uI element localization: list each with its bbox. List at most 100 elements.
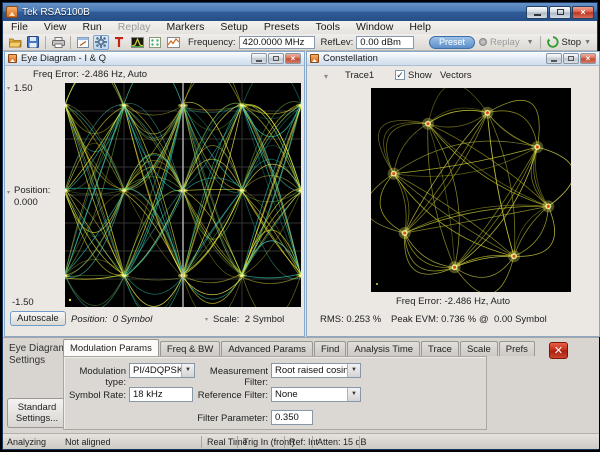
constellation-icon[interactable] [147, 35, 163, 50]
expander-icon[interactable]: ▾ [7, 189, 10, 196]
status-separator [237, 436, 238, 448]
eye-maximize-button[interactable] [268, 53, 284, 64]
status-trigger: Trig In (front) [243, 437, 295, 447]
settings-tabs: Modulation Params Freq & BW Advanced Par… [63, 340, 536, 356]
trigger-t-icon[interactable] [111, 35, 127, 50]
restore-button[interactable] [549, 6, 571, 19]
trace-dropdown-icon[interactable]: ▾ [324, 72, 328, 81]
eye-diagram-plot[interactable] [65, 83, 301, 307]
modulation-params-pane: Modulation type: PI/4DQPSK ▼ Measurement… [63, 356, 487, 430]
eye-position-value[interactable]: 0.000 [14, 197, 38, 208]
settings-close-button[interactable]: ✕ [549, 342, 568, 359]
spectrum-icon[interactable] [129, 35, 145, 50]
tab-freq-bw[interactable]: Freq & BW [160, 341, 220, 356]
expander-icon[interactable]: ▾ [7, 85, 10, 92]
status-separator [312, 436, 313, 448]
reflev-input[interactable]: 0.00 dBm [356, 36, 414, 49]
menu-presets[interactable]: Presets [256, 21, 308, 34]
maximize-icon [568, 56, 574, 61]
symbol-rate-value: 18 kHz [133, 389, 163, 400]
frequency-input[interactable]: 420.0000 MHz [239, 36, 315, 49]
eye-window-icon [8, 54, 17, 63]
measurement-filter-label: Measurement Filter: [192, 366, 268, 388]
eye-position-label: Position: [14, 185, 50, 196]
vectors-label[interactable]: Vectors [440, 70, 472, 81]
status-separator [359, 436, 360, 448]
filter-parameter-value: 0.350 [275, 412, 299, 423]
preset-button[interactable]: Preset [429, 36, 475, 49]
stop-button[interactable]: Stop [547, 36, 582, 48]
tab-analysis-time[interactable]: Analysis Time [347, 341, 420, 356]
reflev-value: 0.00 dBm [360, 37, 401, 48]
menu-file[interactable]: File [3, 21, 36, 34]
eye-window-title: Eye Diagram - I & Q [21, 53, 106, 64]
replay-button: Replay [479, 37, 520, 48]
constellation-plot-svg [371, 88, 571, 292]
chevron-down-icon: ▼ [347, 388, 360, 401]
print-icon[interactable] [50, 35, 66, 50]
reference-filter-select[interactable]: None ▼ [271, 387, 361, 402]
tab-modulation-params[interactable]: Modulation Params [63, 339, 159, 356]
constellation-plot[interactable] [371, 88, 571, 292]
eye-scale[interactable]: Scale: 2 Symbol [213, 314, 284, 325]
eye-diagram-window: Eye Diagram - I & Q × Freq Error: -2.486… [4, 51, 305, 337]
constellation-window: Constellation × ▾ Trace1 ✓ Show Vectors … [306, 51, 600, 337]
measurement-filter-select[interactable]: Root raised cosine ▼ [271, 363, 361, 378]
toolbar-separator [540, 36, 541, 49]
tab-advanced-params[interactable]: Advanced Params [221, 341, 313, 356]
constellation-minimize-button[interactable] [546, 53, 562, 64]
show-label: Show [408, 70, 432, 81]
minimize-button[interactable] [526, 6, 548, 19]
menu-setup[interactable]: Setup [212, 21, 255, 34]
eye-minimize-button[interactable] [251, 53, 267, 64]
trace-selector[interactable]: Trace1 [345, 70, 374, 81]
open-folder-icon[interactable] [7, 35, 23, 50]
scale-value: 2 Symbol [245, 314, 285, 325]
symbol-rate-input[interactable]: 18 kHz [129, 387, 193, 402]
settings-gear-icon[interactable] [93, 35, 109, 50]
menu-window[interactable]: Window [348, 21, 401, 34]
eye-bottom-position[interactable]: Position: 0 Symbol [71, 314, 152, 325]
tab-prefs[interactable]: Prefs [499, 341, 535, 356]
expander-icon[interactable]: ▾ [205, 316, 208, 323]
close-button[interactable]: × [572, 6, 594, 19]
at-label: @ [479, 314, 489, 325]
trend-icon[interactable] [165, 35, 181, 50]
eye-ymin-label: -1.50 [12, 297, 34, 308]
eye-close-button[interactable]: × [285, 53, 301, 64]
menu-view[interactable]: View [36, 21, 75, 34]
menubar: File View Run Replay Markers Setup Prese… [3, 21, 597, 34]
reference-filter-value: None [275, 389, 298, 400]
constellation-window-titlebar[interactable]: Constellation × [307, 52, 599, 66]
menu-run[interactable]: Run [75, 21, 110, 34]
constellation-close-button[interactable]: × [580, 53, 596, 64]
constellation-maximize-button[interactable] [563, 53, 579, 64]
save-icon[interactable] [25, 35, 41, 50]
replay-dropdown-icon[interactable]: ▼ [527, 39, 534, 46]
peak-evm-value: 0.736 % [441, 314, 476, 325]
stop-dropdown-icon[interactable]: ▼ [584, 39, 591, 46]
status-analyzing: Analyzing [7, 437, 46, 447]
scale-label: Scale: [213, 314, 239, 325]
filter-parameter-input[interactable]: 0.350 [271, 410, 313, 425]
menu-markers[interactable]: Markers [158, 21, 212, 34]
eye-window-titlebar[interactable]: Eye Diagram - I & Q × [5, 52, 304, 66]
measurement-filter-value: Root raised cosine [275, 365, 354, 376]
menu-tools[interactable]: Tools [307, 21, 348, 34]
standard-settings-button[interactable]: Standard Settings... [7, 398, 67, 428]
titlebar[interactable]: Tek RSA5100B × [3, 3, 597, 21]
modulation-type-select[interactable]: PI/4DQPSK ▼ [129, 363, 195, 378]
tab-scale[interactable]: Scale [460, 341, 498, 356]
displays-icon[interactable] [75, 35, 91, 50]
show-checkbox[interactable]: ✓ [395, 70, 405, 80]
eye-ymax-label: 1.50 [14, 83, 33, 94]
menu-help[interactable]: Help [401, 21, 439, 34]
tab-trace[interactable]: Trace [421, 341, 459, 356]
tab-find[interactable]: Find [314, 341, 346, 356]
filter-parameter-label: Filter Parameter: [192, 413, 268, 424]
constellation-freq-error: Freq Error: -2.486 Hz, Auto [307, 296, 599, 307]
preset-label: Preset [439, 37, 465, 47]
autoscale-button[interactable]: Autoscale [10, 311, 66, 326]
constellation-window-icon [310, 54, 319, 63]
tek-logo-icon [6, 6, 18, 18]
